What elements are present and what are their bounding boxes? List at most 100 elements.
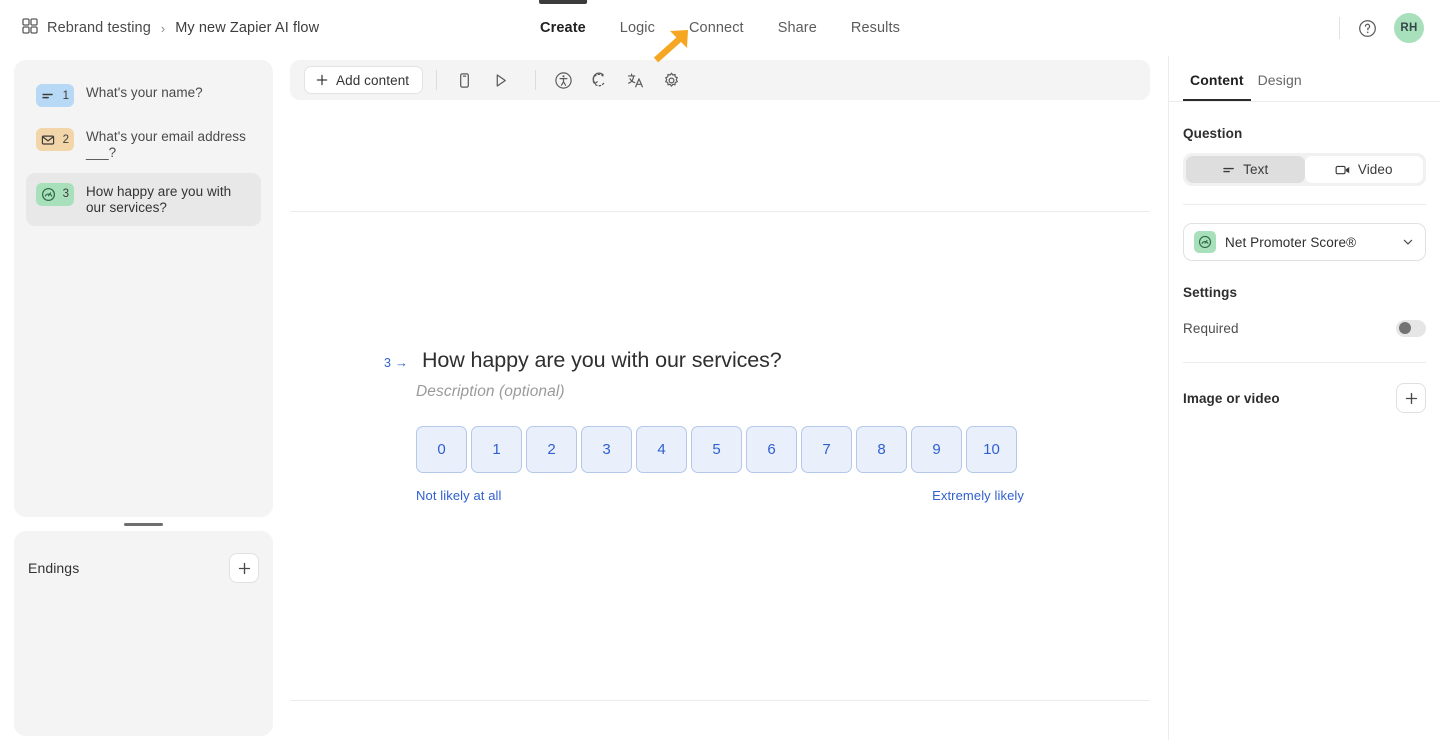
nps-scale: 0 1 2 3 4 5 6 7 8 9 10 (416, 426, 1084, 473)
required-toggle[interactable] (1396, 319, 1426, 337)
endings-header: Endings (28, 531, 259, 583)
settings-gear-icon[interactable] (657, 66, 685, 94)
add-image-or-video-button[interactable] (1396, 383, 1426, 413)
endings-panel: Endings (14, 531, 273, 736)
tab-content[interactable]: Content (1183, 72, 1251, 101)
required-label: Required (1183, 320, 1239, 336)
properties-body: Question Text Video Net Promoter Score® … (1169, 126, 1440, 415)
nps-gauge-icon (1194, 231, 1216, 253)
nps-low-label[interactable]: Not likely at all (416, 488, 502, 503)
question-title[interactable]: How happy are you with our services? (422, 348, 782, 373)
main-nav-tabs: Create Logic Connect Share Results (523, 0, 917, 56)
nps-high-label[interactable]: Extremely likely (932, 488, 1024, 503)
accessibility-icon[interactable] (549, 66, 577, 94)
reset-icon[interactable] (585, 66, 613, 94)
question-number: 2 (62, 133, 69, 146)
breadcrumb: Rebrand testing › My new Zapier AI flow (22, 0, 319, 56)
nps-option-5[interactable]: 5 (691, 426, 742, 473)
nps-option-1[interactable]: 1 (471, 426, 522, 473)
nps-option-8[interactable]: 8 (856, 426, 907, 473)
plus-icon (1405, 392, 1417, 404)
top-bar: Rebrand testing › My new Zapier AI flow … (0, 0, 1440, 56)
divider (1183, 362, 1426, 363)
nps-option-4[interactable]: 4 (636, 426, 687, 473)
short-text-icon (1223, 167, 1234, 172)
tab-share[interactable]: Share (761, 0, 834, 56)
question-number: 3 (62, 188, 69, 201)
divider (436, 70, 438, 90)
left-sidebar: 1 What's your name? 2 What's your email … (14, 60, 273, 736)
top-bar-actions: RH (1339, 0, 1424, 56)
question-label: How happy are you with our services? (86, 183, 232, 216)
question-label: What's your email address ___? (86, 129, 246, 161)
question-description-input[interactable]: Description (optional) (416, 383, 1084, 401)
nps-option-0[interactable]: 0 (416, 426, 467, 473)
drag-handle-bar (124, 522, 163, 526)
sidebar-item-question-2[interactable]: 2 What's your email address ___? (26, 118, 261, 171)
plus-icon (238, 562, 250, 574)
editor-toolbar: Add content (290, 60, 1150, 100)
breadcrumb-separator: › (160, 20, 166, 36)
play-preview-icon[interactable] (486, 66, 514, 94)
canvas-divider-bottom (290, 700, 1150, 701)
nps-option-7[interactable]: 7 (801, 426, 852, 473)
question-editor-block: 3 → How happy are you with our services?… (384, 348, 1084, 503)
properties-panel: Content Design Question Text Video Net P… (1168, 56, 1440, 740)
divider (1339, 17, 1340, 39)
question-section-title: Question (1183, 126, 1243, 141)
mobile-preview-icon[interactable] (450, 66, 478, 94)
nps-option-6[interactable]: 6 (746, 426, 797, 473)
toggle-knob (1398, 322, 1411, 334)
nps-option-9[interactable]: 9 (911, 426, 962, 473)
short-text-icon: 1 (36, 84, 74, 107)
nps-scale-labels: Not likely at all Extremely likely (416, 488, 1024, 503)
question-index: 3 (384, 356, 391, 370)
tab-create[interactable]: Create (523, 0, 603, 56)
segment-text[interactable]: Text (1186, 156, 1305, 183)
nps-gauge-icon: 3 (36, 182, 74, 206)
sidebar-item-question-3[interactable]: 3 How happy are you with our services? (26, 172, 261, 226)
tab-logic[interactable]: Logic (603, 0, 672, 56)
add-content-label: Add content (336, 72, 410, 88)
question-label: What's your name? (86, 85, 203, 100)
add-content-button[interactable]: Add content (304, 66, 424, 94)
nps-option-2[interactable]: 2 (526, 426, 577, 473)
image-or-video-row: Image or video (1183, 381, 1426, 415)
add-ending-button[interactable] (229, 553, 259, 583)
nps-option-10[interactable]: 10 (966, 426, 1017, 473)
segment-video[interactable]: Video (1304, 156, 1423, 183)
chevron-down-icon (1403, 239, 1413, 245)
image-or-video-label: Image or video (1183, 390, 1280, 406)
tab-results[interactable]: Results (834, 0, 917, 56)
sidebar-item-question-1[interactable]: 1 What's your name? (26, 74, 261, 116)
media-type-toggle: Text Video (1183, 153, 1426, 186)
breadcrumb-root[interactable]: Rebrand testing (47, 20, 151, 36)
canvas-divider-top (290, 211, 1150, 212)
nps-option-3[interactable]: 3 (581, 426, 632, 473)
settings-section-title: Settings (1183, 285, 1238, 300)
translate-icon[interactable] (621, 66, 649, 94)
question-heading-row: 3 → How happy are you with our services? (384, 348, 1084, 373)
plus-icon (316, 74, 328, 86)
grid-icon[interactable] (22, 17, 38, 39)
question-number: 1 (62, 89, 69, 102)
questions-list-panel: 1 What's your name? 2 What's your email … (14, 60, 273, 517)
avatar[interactable]: RH (1394, 13, 1424, 43)
form-editor-app: Rebrand testing › My new Zapier AI flow … (0, 0, 1440, 740)
question-type-select[interactable]: Net Promoter Score® (1183, 223, 1426, 261)
email-icon: 2 (36, 128, 74, 151)
arrow-right-icon: → (394, 355, 408, 370)
required-setting-row: Required (1183, 312, 1426, 344)
question-canvas: 3 → How happy are you with our services?… (290, 112, 1150, 724)
breadcrumb-current[interactable]: My new Zapier AI flow (175, 20, 319, 36)
properties-tabs: Content Design (1169, 56, 1440, 102)
panel-resize-handle[interactable] (14, 517, 273, 531)
segment-text-label: Text (1243, 162, 1269, 177)
segment-video-label: Video (1357, 162, 1393, 177)
video-camera-icon (1335, 165, 1350, 174)
tab-design[interactable]: Design (1251, 72, 1309, 101)
question-circle-icon[interactable] (1354, 15, 1380, 41)
tab-connect[interactable]: Connect (672, 0, 761, 56)
endings-title: Endings (28, 560, 80, 576)
divider (1183, 204, 1426, 205)
